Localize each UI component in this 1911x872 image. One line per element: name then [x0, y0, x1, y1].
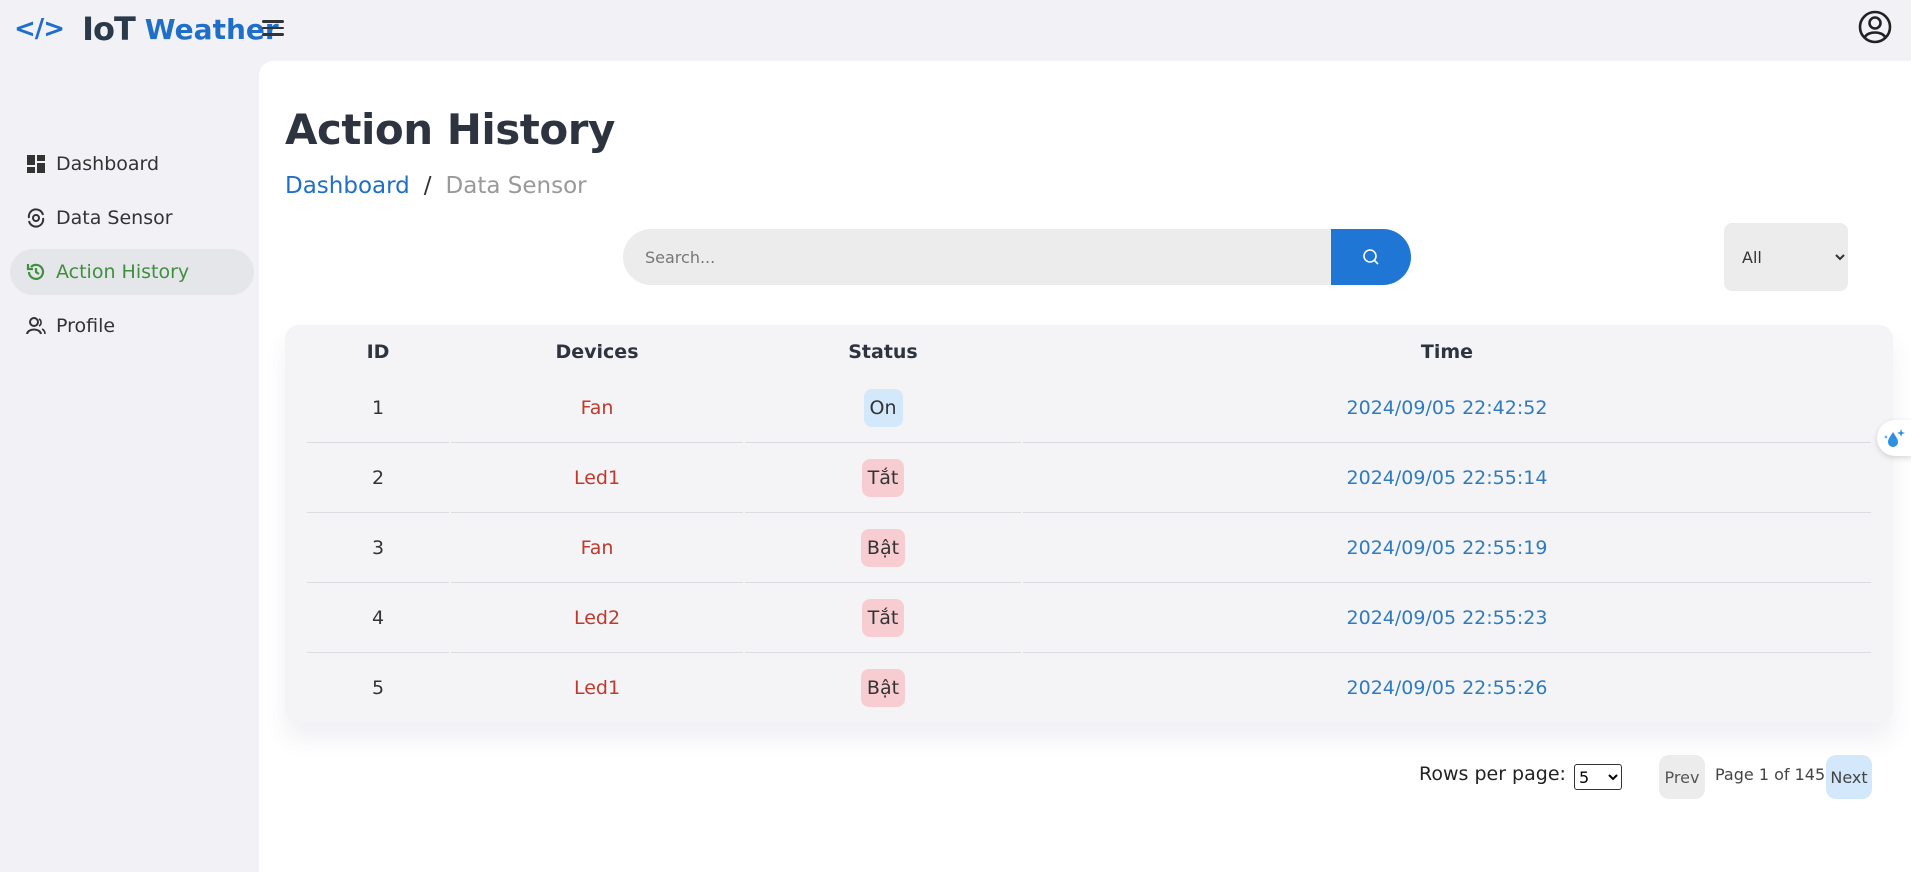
dashboard-icon — [24, 152, 48, 176]
search-button[interactable] — [1331, 229, 1411, 285]
header-id[interactable]: ID — [307, 331, 449, 373]
cell-device: Led2 — [451, 583, 743, 653]
cell-status: Bật — [745, 513, 1021, 583]
profile-icon — [24, 314, 48, 338]
cell-device: Fan — [451, 513, 743, 583]
sensor-icon — [24, 206, 48, 230]
prev-page-button[interactable]: Prev — [1659, 755, 1705, 799]
table-row: 3 Fan Bật 2024/09/05 22:55:19 — [307, 513, 1871, 583]
cell-device: Led1 — [573, 677, 621, 699]
cell-status: Tắt — [745, 443, 1021, 513]
header-status[interactable]: Status — [745, 331, 1021, 373]
cell-time: 2024/09/05 22:55:19 — [1023, 513, 1871, 583]
main-panel: Action History Dashboard / Data Sensor A… — [259, 61, 1911, 872]
sidebar: Dashboard Data Sensor Action History Pro… — [0, 60, 258, 872]
sidebar-item-label: Data Sensor — [56, 207, 173, 229]
cell-id: 4 — [307, 583, 449, 653]
cell-time: 2024/09/05 22:55:14 — [1023, 443, 1871, 513]
search-input[interactable] — [623, 229, 1331, 285]
rows-per-page-label: Rows per page: — [1419, 763, 1566, 785]
history-table: ID Devices Status Time 1 Fan On 2024/09/… — [305, 331, 1873, 723]
page-title: Action History — [285, 105, 615, 154]
table-row: 2 Led1 Tắt 2024/09/05 22:55:14 — [307, 443, 1871, 513]
logo-iot-text: IoT — [82, 10, 136, 48]
breadcrumb: Dashboard / Data Sensor — [285, 173, 587, 199]
table-header-row: ID Devices Status Time — [307, 331, 1871, 373]
status-badge: Bật — [860, 669, 906, 707]
sidebar-item-label: Profile — [56, 315, 116, 337]
search-bar — [623, 229, 1411, 285]
floating-weather-button[interactable] — [1877, 420, 1911, 456]
cell-id: 3 — [307, 513, 449, 583]
cell-device: Led1 — [451, 443, 743, 513]
status-badge: Tắt — [861, 458, 905, 497]
top-header: </> IoT Weather — [0, 0, 1911, 60]
table-row: 5 Led1 Bật 2024/09/05 22:55:26 — [307, 653, 1871, 723]
status-badge: Tắt — [861, 598, 905, 637]
sidebar-item-label: Action History — [56, 261, 190, 283]
cell-device: Fan — [451, 373, 743, 443]
sidebar-item-label: Dashboard — [56, 153, 160, 175]
cell-id: 2 — [307, 443, 449, 513]
cell-time: 2024/09/05 22:55:26 — [1346, 677, 1548, 699]
cell-time: 2024/09/05 22:42:52 — [1023, 373, 1871, 443]
status-badge: On — [863, 388, 903, 427]
cell-status: Bật — [745, 653, 1021, 723]
page-indicator: Page 1 of 145 — [1715, 765, 1826, 784]
cell-status: On — [745, 373, 1021, 443]
history-table-card: ID Devices Status Time 1 Fan On 2024/09/… — [285, 325, 1893, 723]
history-icon — [24, 260, 48, 284]
hamburger-menu-icon[interactable] — [262, 20, 284, 38]
search-icon — [1363, 249, 1379, 265]
cell-id: 1 — [307, 373, 449, 443]
header-devices[interactable]: Devices — [451, 331, 743, 373]
breadcrumb-link-dashboard[interactable]: Dashboard — [285, 173, 410, 199]
sidebar-item-dashboard[interactable]: Dashboard — [10, 141, 254, 187]
cell-id: 5 — [371, 677, 385, 699]
sidebar-item-action-history[interactable]: Action History — [10, 249, 254, 295]
header-time[interactable]: Time — [1023, 331, 1871, 373]
sidebar-item-data-sensor[interactable]: Data Sensor — [10, 195, 254, 241]
filter-select[interactable]: All — [1724, 223, 1848, 291]
rows-per-page-select[interactable]: 5 — [1574, 764, 1622, 790]
table-row: 4 Led2 Tắt 2024/09/05 22:55:23 — [307, 583, 1871, 653]
status-badge: Bật — [860, 528, 906, 567]
app-logo[interactable]: </> IoT Weather — [14, 10, 279, 48]
logo-weather-text: Weather — [144, 12, 279, 46]
next-page-button[interactable]: Next — [1826, 755, 1872, 799]
cell-status: Tắt — [745, 583, 1021, 653]
water-drop-icon — [1884, 429, 1905, 447]
sidebar-item-profile[interactable]: Profile — [10, 303, 254, 349]
breadcrumb-current: Data Sensor — [445, 173, 587, 199]
user-account-icon[interactable] — [1858, 10, 1892, 44]
code-icon: </> — [14, 14, 65, 44]
table-row: 1 Fan On 2024/09/05 22:42:52 — [307, 373, 1871, 443]
cell-time: 2024/09/05 22:55:23 — [1023, 583, 1871, 653]
breadcrumb-separator: / — [423, 173, 432, 199]
